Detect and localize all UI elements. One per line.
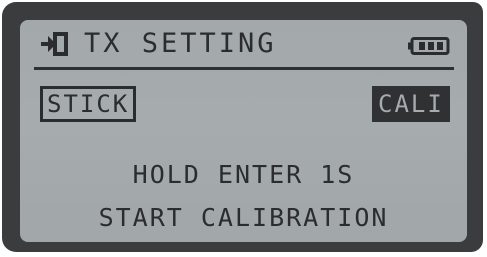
battery-icon xyxy=(408,37,450,55)
back-arrow-icon[interactable] xyxy=(40,32,68,56)
page-title: TX SETTING xyxy=(84,28,277,59)
device-bezel: TX SETTING STICK CALI HOLD ENTER 1S STAR… xyxy=(2,2,483,252)
stick-menu-button[interactable]: STICK xyxy=(40,86,137,122)
instruction-line-1: HOLD ENTER 1S xyxy=(132,160,355,189)
cali-menu-button[interactable]: CALI xyxy=(372,86,450,122)
screen-header: TX SETTING xyxy=(20,20,467,70)
lcd-screen: TX SETTING STICK CALI HOLD ENTER 1S STAR… xyxy=(20,20,467,242)
header-divider xyxy=(34,67,454,70)
instruction-line-2: START CALIBRATION xyxy=(98,203,389,232)
